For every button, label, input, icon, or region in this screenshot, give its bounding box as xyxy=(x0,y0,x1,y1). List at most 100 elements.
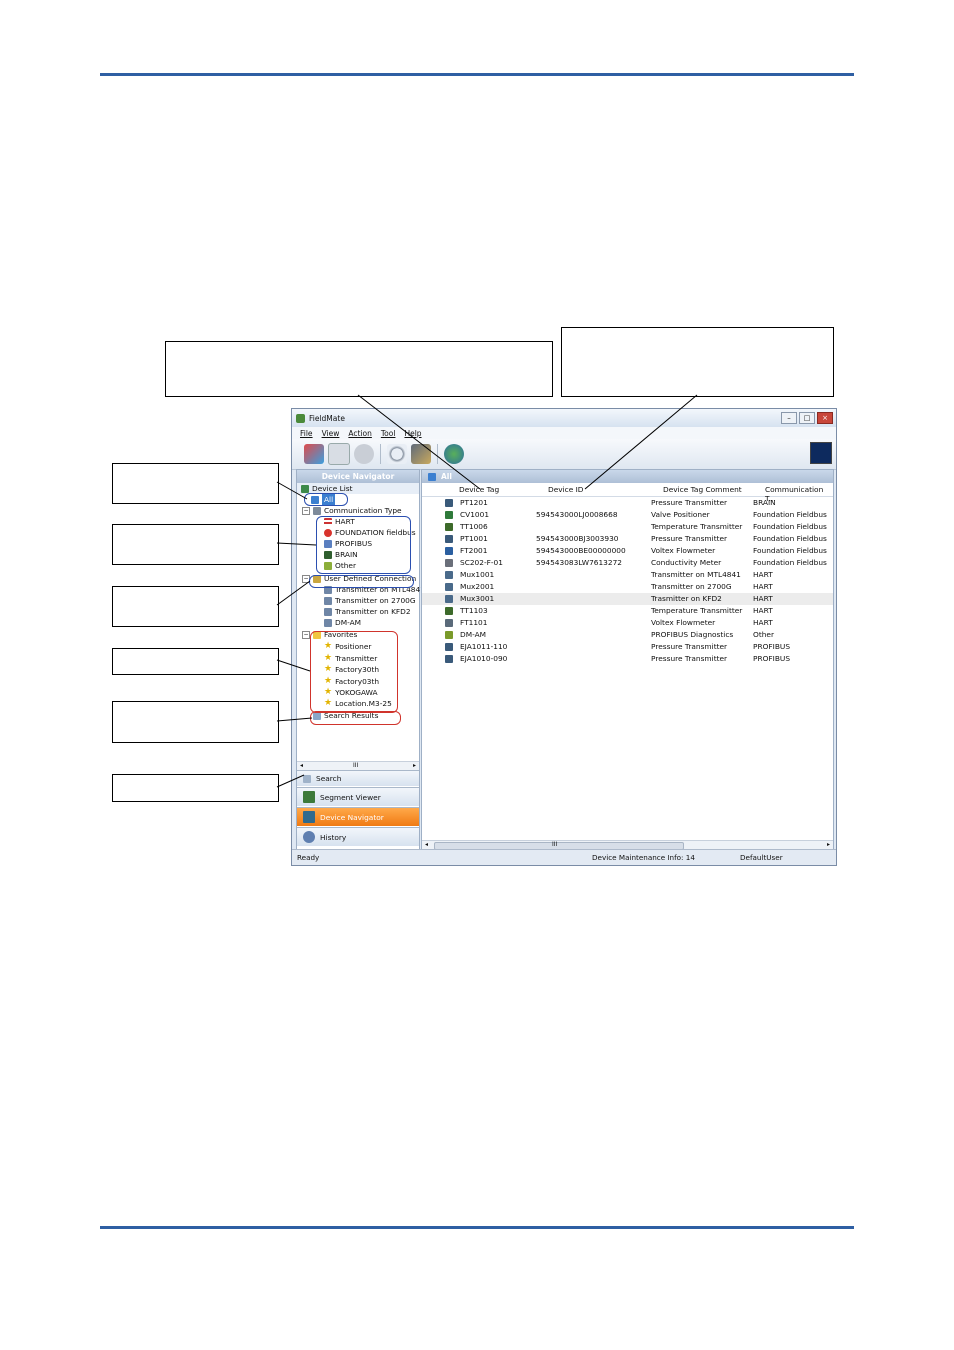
cell-communication-type: HART xyxy=(753,570,773,579)
scroll-thumb[interactable]: III xyxy=(552,841,557,848)
scroll-left-arrow-icon[interactable]: ◂ xyxy=(425,841,428,848)
table-row[interactable]: TT1103 Temperature Transmitter HART xyxy=(422,605,833,617)
highlight-favorites xyxy=(310,631,398,713)
tree-item-communication-type[interactable]: − Communication Type xyxy=(302,505,402,516)
device-icon xyxy=(445,583,453,591)
cell-communication-type: HART xyxy=(753,606,773,615)
device-list-icon xyxy=(301,484,309,493)
cell-device-id: 594543000BE00000000 xyxy=(536,546,626,555)
cell-device-tag-comment: Transmitter on MTL4841 xyxy=(651,570,741,579)
cell-device-tag: DM-AM xyxy=(460,630,487,639)
tree-item-transmitter-kfd2[interactable]: Transmitter on KFD2 xyxy=(324,606,411,617)
menu-tool[interactable]: Tool xyxy=(381,429,396,438)
cell-device-tag: FT2001 xyxy=(460,546,488,555)
cell-device-tag: Mux3001 xyxy=(460,594,495,603)
cell-device-tag: PT1201 xyxy=(460,498,488,507)
cell-device-tag: TT1006 xyxy=(460,522,488,531)
table-row[interactable]: FT1101 Voltex Flowmeter HART xyxy=(422,617,833,629)
device-icon xyxy=(445,571,453,579)
scroll-thumb[interactable]: III xyxy=(353,762,358,769)
highlight-search-results xyxy=(310,711,401,725)
cell-communication-type: Other xyxy=(753,630,774,639)
table-row[interactable]: EJA1010-090 Pressure Transmitter PROFIBUS xyxy=(422,653,833,665)
table-row[interactable]: Mux3001 Trasmitter on KFD2 HART xyxy=(422,593,833,605)
cell-device-tag-comment: Transmitter on 2700G xyxy=(651,582,732,591)
all-icon xyxy=(428,472,436,481)
device-navigator-header: Device Navigator xyxy=(297,470,419,483)
table-row[interactable]: PT1201 Pressure Transmitter BRAIN xyxy=(422,497,833,509)
scroll-right-arrow-icon[interactable]: ▸ xyxy=(827,841,830,848)
column-device-tag[interactable]: Device Tag xyxy=(459,485,499,494)
table-row[interactable]: PT1001 594543000BJ3003930 Pressure Transmi… xyxy=(422,533,833,545)
menu-file[interactable]: File xyxy=(300,429,313,438)
connection-icon xyxy=(324,596,332,605)
cell-communication-type: Foundation Fieldbus xyxy=(753,522,827,531)
menu-help[interactable]: Help xyxy=(404,429,421,438)
wrench-icon[interactable] xyxy=(411,444,431,464)
cell-communication-type: HART xyxy=(753,582,773,591)
cell-device-tag-comment: Valve Positioner xyxy=(651,510,710,519)
device-navigator-icon xyxy=(303,811,315,823)
collapse-icon[interactable]: − xyxy=(302,506,310,515)
device-icon xyxy=(445,631,453,639)
delete-icon[interactable] xyxy=(328,443,350,465)
collapse-icon[interactable]: − xyxy=(302,630,310,639)
status-bar: Ready Device Maintenance Info: 14 Defaul… xyxy=(292,849,836,865)
device-screen-icon[interactable] xyxy=(810,442,832,464)
highlight-all xyxy=(304,493,348,506)
close-button[interactable]: × xyxy=(817,412,833,424)
device-icon xyxy=(445,511,453,519)
table-row[interactable]: FT2001 594543000BE00000000 Voltex Flowmete… xyxy=(422,545,833,557)
table-row[interactable]: Mux2001 Transmitter on 2700G HART xyxy=(422,581,833,593)
nav-device-navigator-button[interactable]: Device Navigator xyxy=(297,807,419,826)
cell-device-tag-comment: Pressure Transmitter xyxy=(651,642,728,651)
connect-icon[interactable] xyxy=(304,444,324,464)
minimize-button[interactable]: – xyxy=(781,412,797,424)
table-row[interactable]: Mux1001 Transmitter on MTL4841 HART xyxy=(422,569,833,581)
cell-device-tag-comment: Temperature Transmitter xyxy=(651,606,743,615)
scroll-right-arrow-icon[interactable]: ▸ xyxy=(413,762,416,769)
cell-device-tag: Mux1001 xyxy=(460,570,495,579)
tree-item-transmitter-2700g[interactable]: Transmitter on 2700G xyxy=(324,595,416,606)
toolbar-separator xyxy=(437,444,438,464)
title-bar: FieldMate – □ × xyxy=(292,409,836,427)
nav-segment-viewer-button[interactable]: Segment Viewer xyxy=(297,787,419,806)
nav-search-button[interactable]: Search xyxy=(297,770,419,786)
search-icon[interactable] xyxy=(387,444,407,464)
cell-communication-type: HART xyxy=(753,594,773,603)
cell-device-tag-comment: Voltex Flowmeter xyxy=(651,546,716,555)
maximize-button[interactable]: □ xyxy=(799,412,815,424)
network-icon xyxy=(313,506,321,515)
menu-action[interactable]: Action xyxy=(348,429,372,438)
cell-device-tag-comment: Trasmitter on KFD2 xyxy=(651,594,722,603)
table-row[interactable]: DM-AM PROFIBUS Diagnostics Other xyxy=(422,629,833,641)
clock-icon[interactable] xyxy=(354,444,374,464)
table-row[interactable]: EJA1011-110 Pressure Transmitter PROFIBUS xyxy=(422,641,833,653)
cell-device-tag-comment: Pressure Transmitter xyxy=(651,534,728,543)
status-user: DefaultUser xyxy=(740,853,783,862)
cell-device-id: 594543083LW7613272 xyxy=(536,558,622,567)
column-device-id[interactable]: Device ID xyxy=(548,485,584,494)
connection-icon xyxy=(324,618,332,627)
table-row[interactable]: TT1006 Temperature Transmitter Foundation … xyxy=(422,521,833,533)
scroll-left-arrow-icon[interactable]: ◂ xyxy=(300,762,303,769)
table-row[interactable]: CV1001 594543000LJ0008668 Valve Positioner… xyxy=(422,509,833,521)
callout-search xyxy=(112,774,279,802)
device-icon xyxy=(445,547,453,555)
column-device-tag-comment[interactable]: Device Tag Comment xyxy=(663,485,742,494)
cell-communication-type: PROFIBUS xyxy=(753,654,791,663)
table-row[interactable]: SC202-F-01 594543083LW7613272 Conductivity… xyxy=(422,557,833,569)
callout-favorites xyxy=(112,648,279,675)
menu-view[interactable]: View xyxy=(322,429,340,438)
globe-icon[interactable] xyxy=(444,444,464,464)
menu-bar: File View Action Tool Help xyxy=(292,427,836,439)
tree-item-dm-am[interactable]: DM-AM xyxy=(324,617,361,628)
device-icon xyxy=(445,499,453,507)
device-list-panel-header: All xyxy=(422,470,833,483)
cell-communication-type: Foundation Fieldbus xyxy=(753,510,827,519)
callout-communication-type xyxy=(112,524,279,565)
nav-history-button[interactable]: History xyxy=(297,827,419,846)
status-device-maintenance-info: Device Maintenance Info: 14 xyxy=(592,853,695,862)
connection-icon xyxy=(324,607,332,616)
fieldmate-app-icon xyxy=(296,413,305,423)
